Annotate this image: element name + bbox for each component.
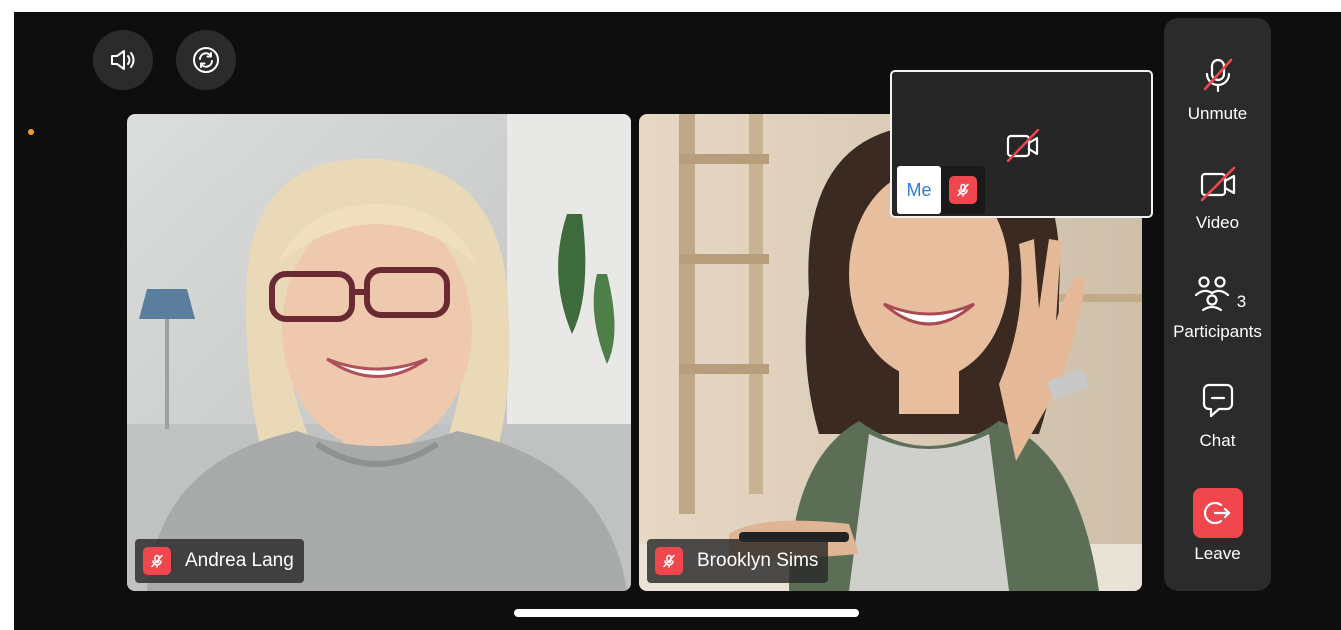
camera-off-icon [1006,128,1040,163]
mic-off-icon [1203,58,1232,93]
speaker-button[interactable] [93,30,153,90]
participants-button[interactable]: 3 Participants [1164,270,1271,342]
participant-video [127,114,631,591]
leave-icon-box[interactable] [1192,488,1243,538]
chat-label: Chat [1199,431,1236,450]
switch-camera-icon [193,47,219,73]
participant-name: Andrea Lang [185,550,294,571]
switch-camera-button[interactable] [176,30,236,90]
home-indicator[interactable] [514,609,859,617]
status-dot [28,129,34,135]
leave-label: Leave [1194,544,1241,563]
video-off-icon [1200,166,1235,202]
call-screen: Andrea Lang Brooklyn Sims Me Unmute Vide… [14,12,1341,630]
self-label: Me [897,166,941,214]
participants-label: Participants [1173,322,1262,341]
participant-name-tag: Andrea Lang [135,539,304,583]
participant-tile[interactable]: Andrea Lang [127,114,631,591]
leave-icon [1203,501,1230,525]
participant-name-tag: Brooklyn Sims [647,539,829,583]
chat-button[interactable]: Chat [1164,379,1271,451]
leave-button[interactable]: Leave [1164,488,1271,564]
mic-muted-icon [655,547,683,575]
call-controls-panel: Unmute Video 3 Participants Chat Leave [1164,18,1271,591]
participants-icon [1194,276,1229,312]
participants-count: 3 [1236,292,1247,311]
self-name-tag: Me [897,166,985,214]
mic-muted-icon [949,176,977,204]
participant-name: Brooklyn Sims [697,550,819,571]
mic-muted-icon [143,547,171,575]
chat-icon [1202,383,1233,418]
video-button[interactable]: Video [1164,161,1271,233]
unmute-button[interactable]: Unmute [1164,52,1271,124]
unmute-label: Unmute [1187,104,1248,123]
video-label: Video [1195,213,1240,232]
speaker-icon [111,50,135,70]
self-view[interactable]: Me [890,70,1153,218]
